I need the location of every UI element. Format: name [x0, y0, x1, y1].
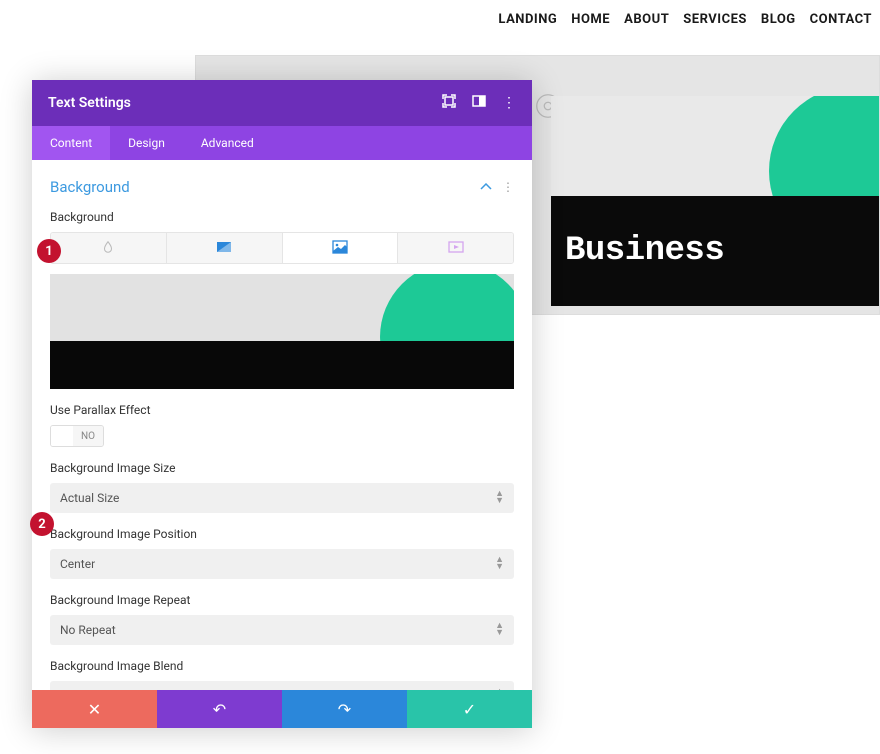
background-section-header[interactable]: Background ⋮ — [50, 178, 514, 196]
kebab-menu-icon[interactable]: ⋮ — [502, 95, 516, 111]
toggle-value: NO — [73, 426, 103, 446]
position-select[interactable]: Center ▲▼ — [50, 549, 514, 579]
position-value: Center — [60, 557, 95, 571]
nav-services[interactable]: SERVICES — [683, 12, 747, 27]
background-type-tabs — [50, 232, 514, 264]
close-icon: ✕ — [88, 700, 101, 719]
callout-marker-2: 2 — [30, 512, 54, 536]
background-label: Background — [50, 210, 514, 224]
check-icon: ✓ — [463, 700, 476, 719]
redo-button[interactable]: ↷ — [282, 690, 407, 728]
preview-black-band — [50, 341, 514, 389]
top-navigation: LANDING HOME ABOUT SERVICES BLOG CONTACT — [498, 12, 872, 27]
tab-content[interactable]: Content — [32, 126, 110, 160]
callout-marker-1: 1 — [37, 239, 61, 263]
select-arrows-icon: ▲▼ — [495, 623, 504, 637]
blend-select[interactable]: Normal ▲▼ — [50, 681, 514, 690]
select-arrows-icon: ▲▼ — [495, 491, 504, 505]
parallax-label: Use Parallax Effect — [50, 403, 514, 417]
bg-type-color[interactable] — [51, 233, 167, 263]
size-value: Actual Size — [60, 491, 119, 505]
nav-contact[interactable]: CONTACT — [810, 12, 872, 27]
nav-blog[interactable]: BLOG — [761, 12, 796, 27]
position-label: Background Image Position — [50, 527, 514, 541]
section-title: Background — [50, 178, 130, 196]
cancel-button[interactable]: ✕ — [32, 690, 157, 728]
panel-tabs: Content Design Advanced — [32, 126, 532, 160]
panel-body: Background ⋮ Background — [32, 160, 532, 690]
hero-module[interactable]: Business — [551, 96, 879, 306]
toggle-handle — [51, 426, 73, 446]
droplet-icon — [100, 239, 116, 258]
redo-icon: ↷ — [338, 700, 351, 719]
chevron-up-icon[interactable] — [480, 180, 492, 194]
repeat-value: No Repeat — [60, 623, 116, 637]
bg-type-image[interactable] — [283, 233, 399, 263]
panel-title: Text Settings — [48, 95, 131, 111]
text-settings-panel: Text Settings ⋮ Content Design Advanced … — [32, 80, 532, 728]
tab-design[interactable]: Design — [110, 126, 183, 160]
gradient-icon — [216, 239, 232, 258]
undo-icon: ↶ — [213, 700, 226, 719]
repeat-label: Background Image Repeat — [50, 593, 514, 607]
background-image-preview[interactable] — [50, 274, 514, 389]
snap-icon[interactable] — [472, 94, 486, 112]
nav-home[interactable]: HOME — [571, 12, 610, 27]
expand-icon[interactable] — [442, 94, 456, 112]
hero-black-band: Business — [551, 196, 879, 306]
save-button[interactable]: ✓ — [407, 690, 532, 728]
panel-header-actions: ⋮ — [442, 94, 516, 112]
select-arrows-icon: ▲▼ — [495, 557, 504, 571]
repeat-select[interactable]: No Repeat ▲▼ — [50, 615, 514, 645]
tab-advanced[interactable]: Advanced — [183, 126, 272, 160]
panel-header: Text Settings ⋮ — [32, 80, 532, 126]
blend-label: Background Image Blend — [50, 659, 514, 673]
video-icon — [448, 239, 464, 258]
nav-landing[interactable]: LANDING — [498, 12, 557, 27]
section-kebab-icon[interactable]: ⋮ — [502, 180, 514, 194]
bg-type-video[interactable] — [398, 233, 513, 263]
parallax-toggle[interactable]: NO — [50, 425, 104, 447]
size-label: Background Image Size — [50, 461, 514, 475]
panel-footer: ✕ ↶ ↷ ✓ — [32, 690, 532, 728]
nav-about[interactable]: ABOUT — [624, 12, 669, 27]
image-icon — [332, 239, 348, 258]
size-select[interactable]: Actual Size ▲▼ — [50, 483, 514, 513]
hero-title: Business — [565, 232, 724, 270]
undo-button[interactable]: ↶ — [157, 690, 282, 728]
bg-type-gradient[interactable] — [167, 233, 283, 263]
